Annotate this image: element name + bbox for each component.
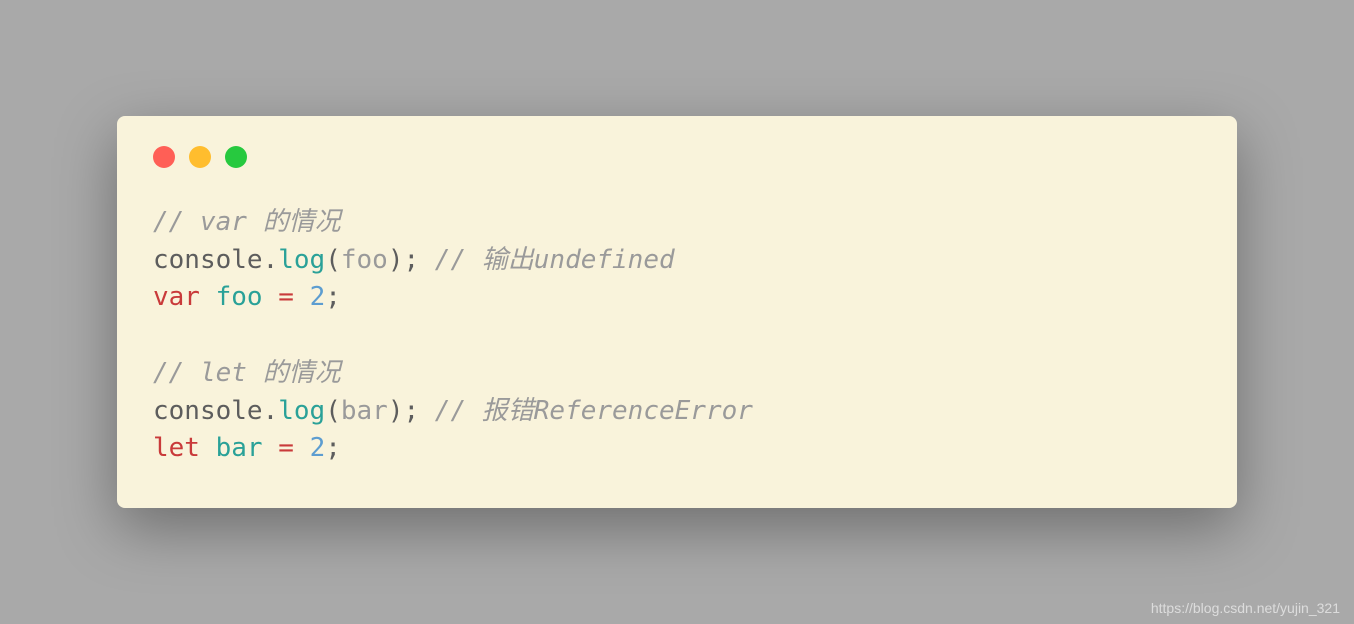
- code-operator: =: [278, 433, 294, 463]
- code-punct: .: [263, 245, 279, 275]
- code-number: 2: [310, 433, 326, 463]
- code-punct: ;: [403, 245, 419, 275]
- code-comment: // let 的情况: [153, 358, 341, 388]
- code-space: [294, 433, 310, 463]
- code-window: // var 的情况 console.log(foo); // 输出undefi…: [117, 116, 1237, 508]
- code-space: [294, 282, 310, 312]
- traffic-lights: [153, 146, 1201, 168]
- code-comment: // 报错ReferenceError: [435, 396, 753, 426]
- code-space: [419, 396, 435, 426]
- code-comment: // var 的情况: [153, 207, 341, 237]
- code-number: 2: [310, 282, 326, 312]
- code-punct: ;: [325, 433, 341, 463]
- code-punct: (: [325, 245, 341, 275]
- code-punct: ): [388, 396, 404, 426]
- code-varname: bar: [216, 433, 263, 463]
- close-icon[interactable]: [153, 146, 175, 168]
- code-param: bar: [341, 396, 388, 426]
- code-param: foo: [341, 245, 388, 275]
- code-method: log: [278, 396, 325, 426]
- maximize-icon[interactable]: [225, 146, 247, 168]
- code-space: [200, 433, 216, 463]
- code-comment: // 输出undefined: [435, 245, 675, 275]
- code-block: // var 的情况 console.log(foo); // 输出undefi…: [153, 204, 1201, 468]
- code-punct: ): [388, 245, 404, 275]
- code-punct: .: [263, 396, 279, 426]
- code-object: console: [153, 245, 263, 275]
- code-space: [263, 282, 279, 312]
- code-keyword: var: [153, 282, 200, 312]
- code-space: [263, 433, 279, 463]
- code-punct: ;: [325, 282, 341, 312]
- code-operator: =: [278, 282, 294, 312]
- code-keyword: let: [153, 433, 200, 463]
- code-object: console: [153, 396, 263, 426]
- minimize-icon[interactable]: [189, 146, 211, 168]
- code-space: [419, 245, 435, 275]
- code-punct: ;: [403, 396, 419, 426]
- code-space: [200, 282, 216, 312]
- watermark: https://blog.csdn.net/yujin_321: [1151, 600, 1340, 616]
- code-punct: (: [325, 396, 341, 426]
- code-varname: foo: [216, 282, 263, 312]
- code-method: log: [278, 245, 325, 275]
